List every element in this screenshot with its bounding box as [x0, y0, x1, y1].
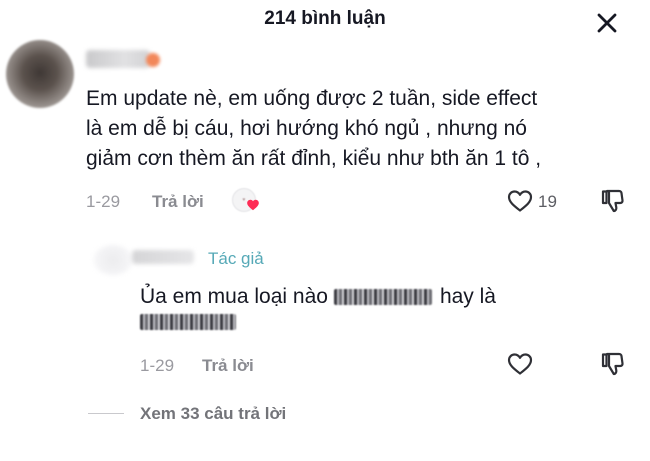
reply-reply-button[interactable]: Trả lời [202, 356, 254, 376]
reply-line: Ủa em mua loại nào hay là [140, 282, 610, 312]
comments-count-title: 214 bình luận [264, 8, 386, 29]
comment-like-count: 19 [538, 192, 557, 211]
dislike-icon[interactable] [600, 351, 626, 377]
close-icon [597, 13, 617, 33]
reply-line [140, 312, 610, 330]
reply-date: 1-29 [140, 356, 175, 375]
comment-date: 1-29 [86, 192, 121, 211]
commenter-avatar[interactable] [6, 40, 74, 108]
dislike-icon[interactable] [600, 188, 626, 214]
reply-author-username-blurred[interactable] [132, 250, 194, 264]
comment-reply-button[interactable]: Trả lời [152, 192, 204, 212]
reply-text: Ủa em mua loại nào hay là [140, 282, 610, 330]
commenter-username-blurred[interactable] [86, 50, 150, 68]
heart-filled-icon [247, 199, 259, 211]
close-button[interactable] [592, 8, 622, 38]
comment-line: Em update nè, em uống được 2 tuần, side … [86, 87, 538, 110]
creator-liked-badge: ♥ [232, 188, 262, 218]
comment-text: Em update nè, em uống được 2 tuần, side … [86, 84, 636, 174]
heart-outline-icon[interactable] [507, 352, 533, 376]
redacted-product-name [333, 289, 432, 305]
view-replies-button[interactable]: Xem 33 câu trả lời [140, 404, 286, 424]
reply-text-mid: hay là [439, 285, 496, 308]
reply-text-start: Ủa em mua loại nào [140, 285, 328, 308]
commenter-badge-blurred [146, 53, 160, 67]
heart-outline-icon[interactable] [507, 189, 533, 213]
redacted-product-name-2 [140, 314, 236, 330]
comments-sheet: 214 bình luận Em update nè, em uống được… [0, 0, 650, 461]
comment-line: giảm cơn thèm ăn rất đỉnh, kiểu như bth … [86, 147, 542, 170]
creator-tag: Tác giả [208, 249, 264, 268]
comment-line: là em dễ bị cáu, hơi hướng khó ngủ , như… [86, 117, 527, 140]
replies-divider [88, 413, 124, 414]
reply-author-avatar[interactable] [93, 245, 133, 275]
